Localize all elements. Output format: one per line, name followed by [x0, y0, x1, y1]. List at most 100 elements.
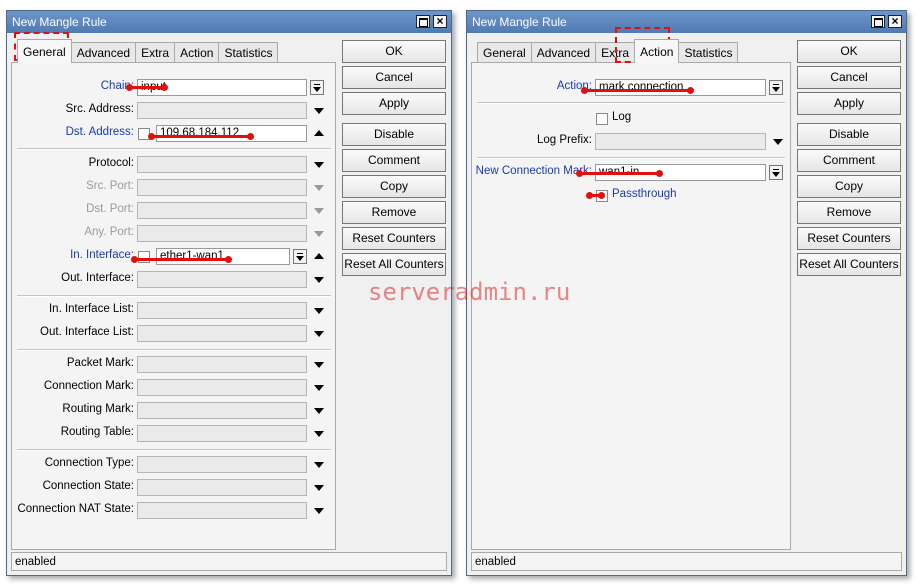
- in-interface-list-field[interactable]: [137, 302, 307, 319]
- packet-mark-field[interactable]: [137, 356, 307, 373]
- in-interface-not-checkbox[interactable]: [138, 251, 150, 263]
- routing-table-field[interactable]: [137, 425, 307, 442]
- reset-counters-button[interactable]: Reset Counters: [797, 227, 901, 250]
- expand-arrow-icon[interactable]: [773, 139, 783, 145]
- expand-arrow-icon[interactable]: [314, 331, 324, 337]
- window-title: New Mangle Rule: [12, 15, 107, 29]
- routing-mark-field[interactable]: [137, 402, 307, 419]
- dst-address-field[interactable]: 109.68.184.112: [156, 125, 307, 142]
- collapse-arrow-icon[interactable]: [314, 253, 324, 259]
- tab-general[interactable]: General: [477, 42, 532, 63]
- out-interface-label: Out. Interface:: [61, 272, 134, 284]
- separator: [477, 157, 785, 159]
- cancel-button[interactable]: Cancel: [797, 66, 901, 89]
- title-bar[interactable]: New Mangle Rule ×: [467, 11, 906, 33]
- expand-arrow-icon[interactable]: [314, 362, 324, 368]
- disable-button[interactable]: Disable: [342, 123, 446, 146]
- separator: [477, 102, 785, 104]
- tab-advanced[interactable]: Advanced: [530, 42, 597, 63]
- expand-arrow-icon[interactable]: [314, 508, 324, 514]
- tab-advanced[interactable]: Advanced: [70, 42, 137, 63]
- log-row: Log: [472, 110, 792, 127]
- src-port-row: Src. Port:: [12, 179, 337, 196]
- collapse-arrow-icon[interactable]: [314, 130, 324, 136]
- out-interface-list-field[interactable]: [137, 325, 307, 342]
- expand-arrow-icon[interactable]: [314, 485, 324, 491]
- connection-type-label: Connection Type:: [44, 457, 134, 469]
- reset-all-counters-button[interactable]: Reset All Counters: [797, 253, 901, 276]
- remove-button[interactable]: Remove: [342, 201, 446, 224]
- disable-button[interactable]: Disable: [797, 123, 901, 146]
- separator: [17, 449, 331, 451]
- cancel-button[interactable]: Cancel: [342, 66, 446, 89]
- connection-mark-label: Connection Mark:: [43, 380, 134, 392]
- out-interface-list-label: Out. Interface List:: [40, 326, 134, 338]
- expand-arrow-icon[interactable]: [314, 108, 324, 114]
- tab-action[interactable]: Action: [634, 39, 680, 63]
- chain-dropdown-icon[interactable]: [310, 80, 324, 95]
- tab-statistics[interactable]: Statistics: [218, 42, 279, 63]
- new-connection-mark-dropdown-icon[interactable]: [769, 165, 783, 180]
- in-interface-field[interactable]: ether1-wan1: [156, 248, 290, 265]
- connection-nat-state-field[interactable]: [137, 502, 307, 519]
- tab-extra[interactable]: Extra: [135, 42, 176, 63]
- in-interface-label: In. Interface:: [70, 249, 134, 261]
- title-bar[interactable]: New Mangle Rule ×: [7, 11, 451, 33]
- src-port-label: Src. Port:: [86, 180, 134, 192]
- tab-bar: General Advanced Extra Action Statistics: [17, 39, 279, 63]
- copy-button[interactable]: Copy: [342, 175, 446, 198]
- expand-arrow-icon[interactable]: [314, 385, 324, 391]
- ok-button[interactable]: OK: [797, 40, 901, 63]
- in-interface-list-row: In. Interface List:: [12, 302, 337, 319]
- action-dropdown-icon[interactable]: [769, 80, 783, 95]
- out-interface-field[interactable]: [137, 271, 307, 288]
- tab-general[interactable]: General: [17, 39, 72, 63]
- connection-nat-state-row: Connection NAT State:: [12, 502, 337, 519]
- dst-port-field: [137, 202, 307, 219]
- routing-mark-label: Routing Mark:: [62, 403, 134, 415]
- log-checkbox[interactable]: [596, 113, 608, 125]
- protocol-field[interactable]: [137, 156, 307, 173]
- separator: [17, 295, 331, 297]
- out-interface-row: Out. Interface:: [12, 271, 337, 288]
- tab-statistics[interactable]: Statistics: [678, 42, 739, 63]
- expand-arrow-icon[interactable]: [314, 431, 324, 437]
- connection-state-field[interactable]: [137, 479, 307, 496]
- reset-all-counters-button[interactable]: Reset All Counters: [342, 253, 446, 276]
- tab-bar: General Advanced Extra Action Statistics: [477, 39, 739, 63]
- any-port-label: Any. Port:: [84, 226, 134, 238]
- copy-button[interactable]: Copy: [797, 175, 901, 198]
- annotation-underline: [131, 256, 232, 263]
- close-icon[interactable]: ×: [433, 15, 447, 28]
- apply-button[interactable]: Apply: [342, 92, 446, 115]
- apply-button[interactable]: Apply: [797, 92, 901, 115]
- action-field[interactable]: mark connection: [595, 79, 766, 96]
- maximize-icon[interactable]: [871, 15, 885, 28]
- expand-arrow-icon[interactable]: [314, 277, 324, 283]
- annotation-underline: [586, 192, 605, 199]
- expand-arrow-icon[interactable]: [314, 162, 324, 168]
- log-prefix-field[interactable]: [595, 133, 766, 150]
- expand-arrow-icon[interactable]: [314, 308, 324, 314]
- remove-button[interactable]: Remove: [797, 201, 901, 224]
- comment-button[interactable]: Comment: [797, 149, 901, 172]
- protocol-label: Protocol:: [88, 157, 134, 169]
- window-title: New Mangle Rule: [472, 15, 567, 29]
- src-address-field[interactable]: [137, 102, 307, 119]
- ok-button[interactable]: OK: [342, 40, 446, 63]
- maximize-icon[interactable]: [416, 15, 430, 28]
- connection-mark-field[interactable]: [137, 379, 307, 396]
- expand-arrow-icon[interactable]: [314, 408, 324, 414]
- connection-state-label: Connection State:: [42, 480, 134, 492]
- close-icon[interactable]: ×: [888, 15, 902, 28]
- tab-action[interactable]: Action: [174, 42, 220, 63]
- expand-arrow-icon[interactable]: [314, 462, 324, 468]
- connection-type-field[interactable]: [137, 456, 307, 473]
- reset-counters-button[interactable]: Reset Counters: [342, 227, 446, 250]
- packet-mark-label: Packet Mark:: [66, 357, 134, 369]
- src-port-field: [137, 179, 307, 196]
- comment-button[interactable]: Comment: [342, 149, 446, 172]
- packet-mark-row: Packet Mark:: [12, 356, 337, 373]
- log-prefix-label: Log Prefix:: [537, 134, 592, 146]
- in-interface-dropdown-icon[interactable]: [293, 249, 307, 264]
